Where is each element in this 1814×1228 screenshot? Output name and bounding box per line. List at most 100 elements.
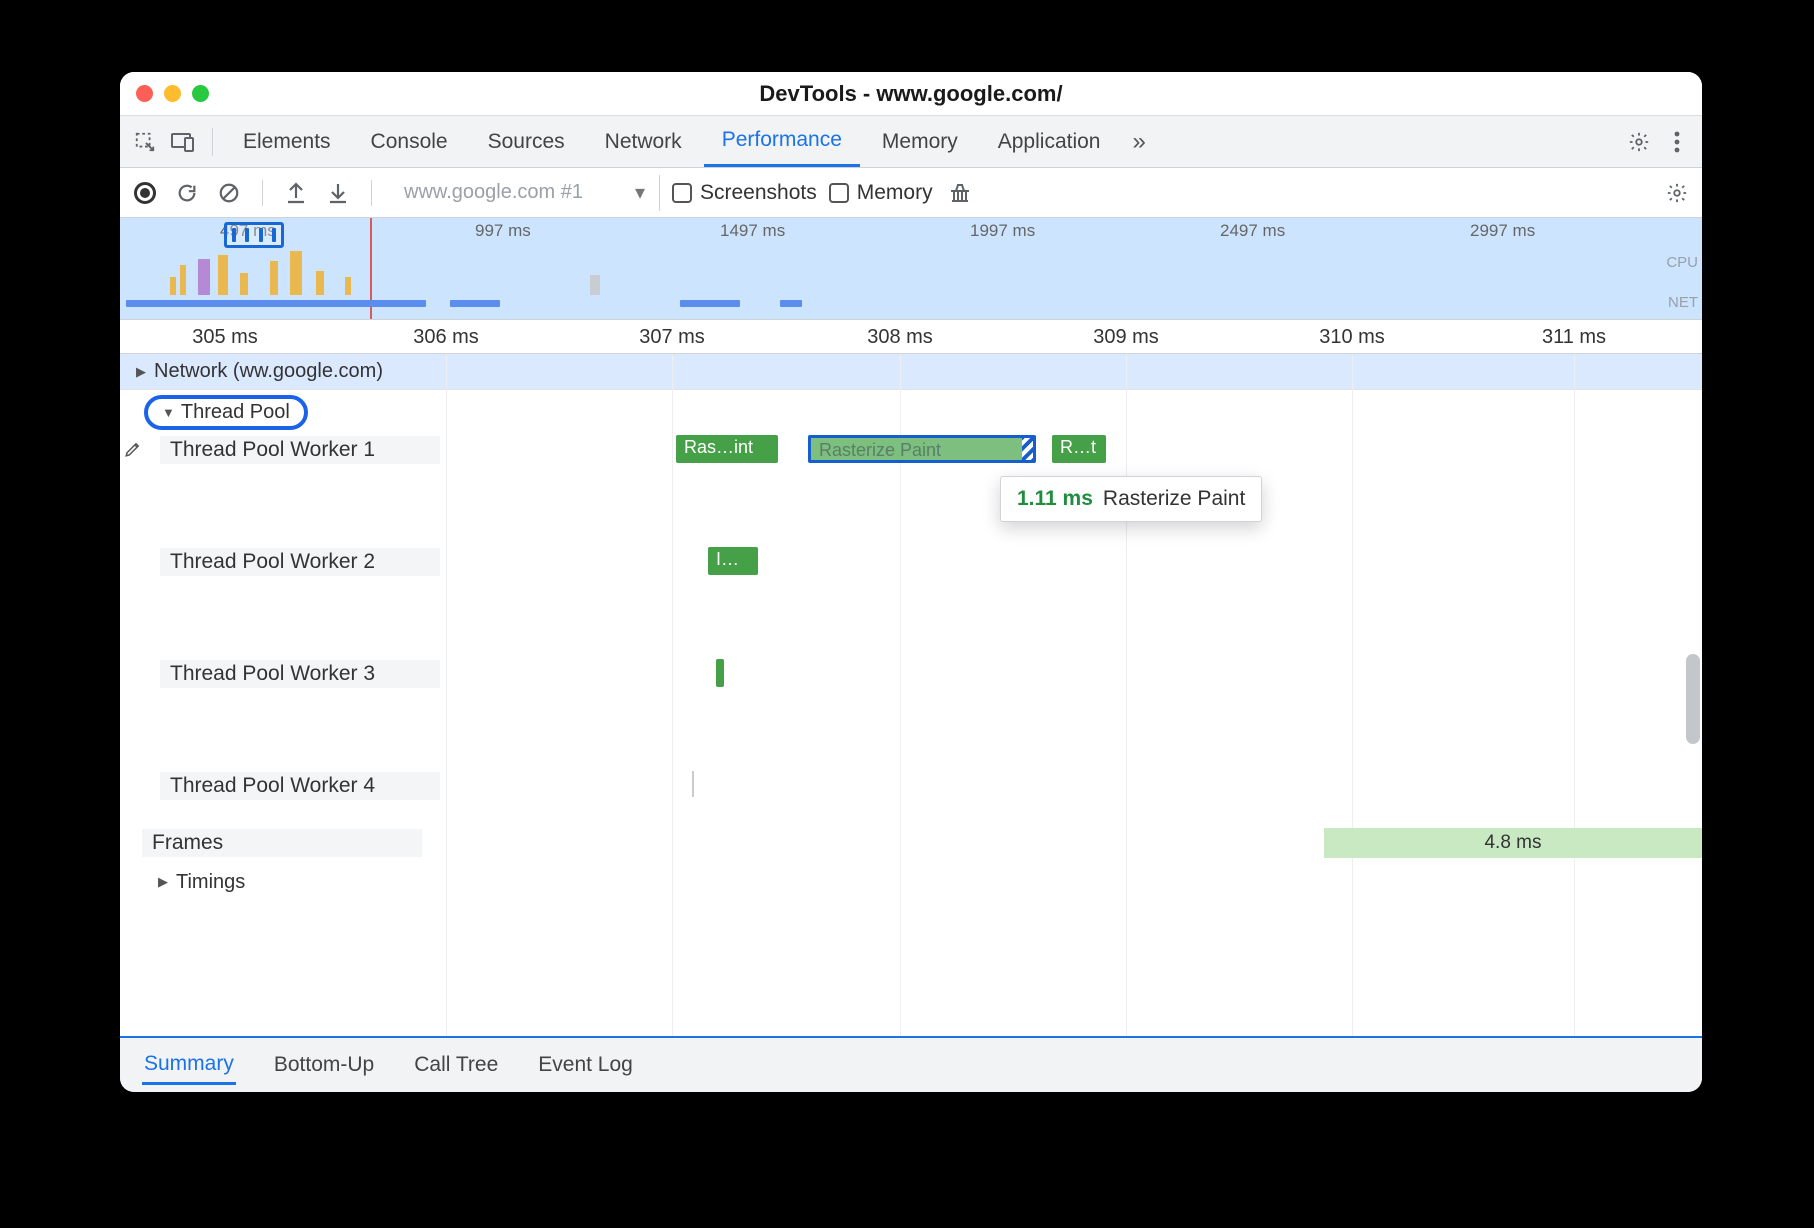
tab-bottom-up[interactable]: Bottom-Up (272, 1047, 376, 1083)
memory-checkbox[interactable]: Memory (829, 181, 933, 205)
track-row-frames: Frames 4.8 ms (120, 826, 1702, 862)
separator (371, 180, 372, 206)
overview-net-label: NET (1668, 294, 1698, 311)
ruler-tick: 308 ms (867, 326, 933, 349)
window-title: DevTools - www.google.com/ (136, 81, 1686, 107)
thread-pool-label: Thread Pool (181, 401, 290, 424)
capture-settings-gear-icon[interactable] (1662, 178, 1692, 208)
tooltip-label: Rasterize Paint (1103, 487, 1245, 511)
flame-bar[interactable] (692, 771, 694, 797)
device-toolbar-icon[interactable] (166, 125, 200, 159)
minimize-window-button[interactable] (164, 85, 181, 102)
hover-tooltip: 1.11 ms Rasterize Paint (1000, 476, 1262, 522)
track-row-worker-3: Thread Pool Worker 3 (120, 658, 1702, 770)
performance-toolbar: www.google.com #1 ▾ Screenshots Memory (120, 168, 1702, 218)
flame-bar[interactable]: Ras…int (676, 435, 778, 463)
ruler-tick: 310 ms (1319, 326, 1385, 349)
flame-chart[interactable]: ▶ Network (ww.google.com) ▼ Thread Pool … (120, 354, 1702, 1036)
overview-tick: 997 ms (475, 221, 531, 241)
zoom-window-button[interactable] (192, 85, 209, 102)
separator (212, 128, 213, 156)
overview-activity (140, 253, 400, 295)
titlebar: DevTools - www.google.com/ (120, 72, 1702, 116)
clear-button[interactable] (214, 178, 244, 208)
track-header-threadpool[interactable]: ▼ Thread Pool (120, 390, 1702, 434)
screenshots-label: Screenshots (700, 181, 817, 205)
inspect-element-icon[interactable] (128, 125, 162, 159)
flame-bar[interactable]: I… (708, 547, 758, 575)
overview-net-bar (780, 300, 802, 307)
overview-activity (590, 275, 600, 295)
overview-tick: 2997 ms (1470, 221, 1535, 241)
checkbox-icon (672, 183, 692, 203)
flame-bar[interactable] (716, 659, 724, 687)
flame-bar-selected[interactable]: Rasterize Paint (808, 435, 1036, 463)
worker-label: Thread Pool Worker 1 (160, 436, 440, 464)
overview-tick: 2497 ms (1220, 221, 1285, 241)
memory-label: Memory (857, 181, 933, 205)
tab-application[interactable]: Application (980, 116, 1119, 167)
thread-pool-highlight: ▼ Thread Pool (144, 395, 308, 430)
edit-icon[interactable] (124, 440, 142, 458)
dropdown-caret-icon: ▾ (635, 180, 645, 205)
garbage-collect-icon[interactable] (945, 178, 975, 208)
settings-gear-icon[interactable] (1622, 125, 1656, 159)
tab-elements[interactable]: Elements (225, 116, 349, 167)
overview-tick: 1497 ms (720, 221, 785, 241)
worker-label: Thread Pool Worker 4 (160, 772, 440, 800)
detail-tabs: Summary Bottom-Up Call Tree Event Log (120, 1036, 1702, 1092)
frames-label: Frames (142, 829, 422, 857)
track-row-worker-1: Thread Pool Worker 1 Ras…int Rasterize P… (120, 434, 1702, 546)
window-controls (136, 85, 209, 102)
tab-memory[interactable]: Memory (864, 116, 976, 167)
screenshots-checkbox[interactable]: Screenshots (672, 181, 817, 205)
overview-tick: 1997 ms (970, 221, 1035, 241)
chevron-right-icon: ▶ (158, 874, 168, 890)
reload-record-button[interactable] (172, 178, 202, 208)
track-header-network[interactable]: ▶ Network (ww.google.com) (120, 354, 1702, 390)
ruler-tick: 309 ms (1093, 326, 1159, 349)
timings-label: Timings (176, 871, 245, 894)
panel-tabstrip: Elements Console Sources Network Perform… (120, 116, 1702, 168)
timeline-ruler[interactable]: 305 ms 306 ms 307 ms 308 ms 309 ms 310 m… (120, 320, 1702, 354)
close-window-button[interactable] (136, 85, 153, 102)
tab-performance[interactable]: Performance (704, 116, 860, 167)
separator (262, 180, 263, 206)
tab-summary[interactable]: Summary (142, 1046, 236, 1085)
more-tabs-button[interactable]: » (1122, 128, 1155, 156)
ruler-tick: 306 ms (413, 326, 479, 349)
track-row-worker-4: Thread Pool Worker 4 (120, 770, 1702, 826)
devtools-window: DevTools - www.google.com/ Elements Cons… (120, 72, 1702, 1092)
download-profile-icon[interactable] (323, 178, 353, 208)
overview-selection-handle[interactable] (224, 222, 284, 248)
tab-network[interactable]: Network (587, 116, 700, 167)
tab-call-tree[interactable]: Call Tree (412, 1047, 500, 1083)
overview-net-bar (450, 300, 500, 307)
overview-net-bar (126, 300, 426, 307)
scrollbar-thumb[interactable] (1686, 654, 1700, 744)
ruler-tick: 305 ms (192, 326, 258, 349)
frame-bar[interactable]: 4.8 ms (1324, 828, 1702, 858)
overview-cpu-label: CPU (1666, 254, 1698, 271)
chevron-right-icon: ▶ (136, 364, 146, 380)
flame-bar[interactable]: R…t (1052, 435, 1106, 463)
chevron-down-icon: ▼ (162, 405, 175, 420)
timeline-overview[interactable]: 497 ms 997 ms 1497 ms 1997 ms 2497 ms 29… (120, 218, 1702, 320)
ruler-tick: 307 ms (639, 326, 705, 349)
overview-net-bar (680, 300, 740, 307)
worker-label: Thread Pool Worker 2 (160, 548, 440, 576)
network-track-label: Network (ww.google.com) (154, 360, 383, 383)
track-header-timings[interactable]: ▶ Timings (120, 862, 1702, 902)
tab-event-log[interactable]: Event Log (536, 1047, 635, 1083)
tab-console[interactable]: Console (353, 116, 466, 167)
tab-sources[interactable]: Sources (470, 116, 583, 167)
profile-name: www.google.com #1 (404, 181, 583, 204)
ruler-tick: 311 ms (1542, 326, 1606, 349)
record-button[interactable] (130, 178, 160, 208)
profile-selector[interactable]: www.google.com #1 ▾ (390, 175, 660, 211)
checkbox-icon (829, 183, 849, 203)
kebab-menu-icon[interactable] (1660, 125, 1694, 159)
upload-profile-icon[interactable] (281, 178, 311, 208)
worker-label: Thread Pool Worker 3 (160, 660, 440, 688)
track-row-worker-2: Thread Pool Worker 2 I… (120, 546, 1702, 658)
